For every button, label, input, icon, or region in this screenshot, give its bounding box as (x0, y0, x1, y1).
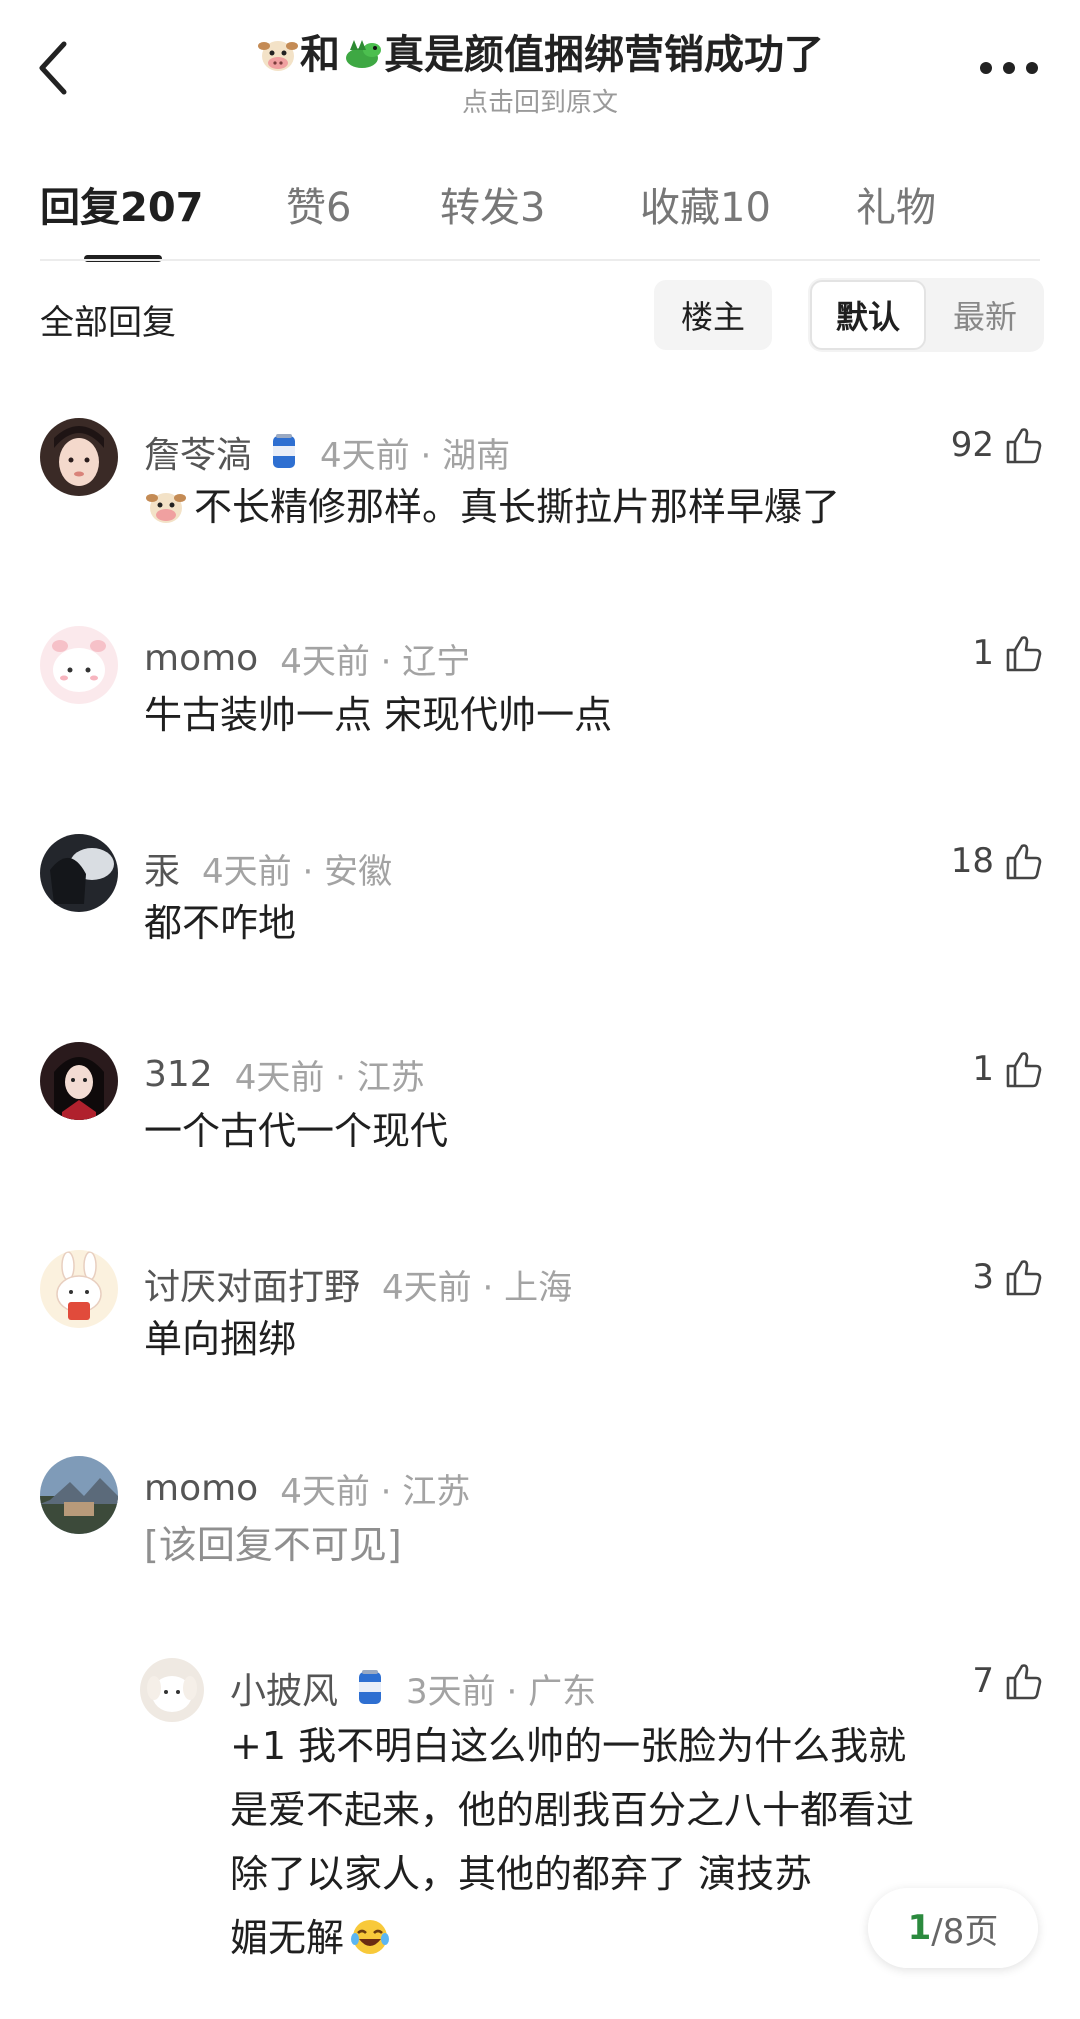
avatar[interactable] (140, 1658, 204, 1722)
like-button[interactable]: 1 (972, 632, 1044, 674)
comment-text: 不长精修那样。真长撕拉片那样早爆了 (194, 485, 841, 529)
tab-replies[interactable]: 回复207 (40, 175, 204, 233)
comment-text: 牛古装帅一点 宋现代帅一点 (144, 693, 613, 737)
like-button[interactable]: 92 (951, 424, 1044, 466)
reply-text-line: +1 我不明白这么帅的一张脸为什么我就 (230, 1724, 907, 1768)
avatar[interactable] (40, 626, 118, 704)
like-count: 1 (972, 1049, 994, 1089)
comment-text: 都不咋地 (144, 901, 297, 945)
tab-favorites[interactable]: 收藏10 (640, 175, 771, 233)
cow-emoji-icon (146, 493, 186, 523)
thumbs-up-icon (1006, 636, 1042, 672)
tabs-divider (40, 259, 1040, 261)
comment-time-location: 4天前 · 江苏 (280, 1472, 471, 1512)
back-to-post-link[interactable]: 点击回到原文 (0, 82, 1080, 119)
thumbs-up-icon (1006, 1664, 1042, 1700)
sort-latest-button[interactable]: 最新 (928, 280, 1042, 350)
top-bar: 和 真是颜值捆绑营销成功了 点击回到原文 (0, 0, 1080, 130)
title-join: 和 (300, 32, 340, 78)
thumbs-up-icon (1006, 1052, 1042, 1088)
tab-bar: 回复207 赞6 转发3 收藏10 礼物 (0, 175, 1080, 265)
comment-author[interactable]: 讨厌对面打野 (144, 1258, 360, 1310)
cow-emoji-icon (258, 41, 298, 71)
thumbs-up-icon (1006, 428, 1042, 464)
can-badge-icon (359, 1670, 382, 1704)
like-count: 7 (972, 1661, 994, 1701)
can-badge-icon (273, 434, 296, 468)
like-count: 1 (972, 633, 994, 673)
tab-gifts[interactable]: 礼物 (856, 175, 936, 233)
like-button[interactable]: 7 (972, 1660, 1044, 1702)
reply-time-location: 3天前 · 广东 (406, 1671, 597, 1712)
like-button[interactable]: 18 (951, 840, 1044, 882)
all-replies-label: 全部回复 (40, 303, 176, 343)
tab-likes[interactable]: 赞6 (286, 175, 351, 233)
comment-time-location: 4天前 · 湖南 (320, 435, 511, 476)
like-count: 3 (972, 1257, 994, 1297)
more-options-icon[interactable] (978, 48, 1040, 88)
dragon-emoji-icon (346, 40, 381, 68)
comment-author[interactable]: 汞 (144, 842, 180, 894)
title-text: 真是颜值捆绑营销成功了 (384, 32, 824, 78)
total-pages: /8页 (931, 1911, 999, 1952)
avatar[interactable] (40, 1250, 118, 1328)
like-count: 92 (950, 425, 994, 465)
comment-author[interactable]: 詹苓滈 (144, 426, 252, 478)
hidden-reply-text: [该回复不可见] (144, 1523, 402, 1567)
comment-text: 一个古代一个现代 (144, 1109, 449, 1153)
thumbs-up-icon (1006, 844, 1042, 880)
comment-time-location: 4天前 · 江苏 (234, 1058, 425, 1098)
comment-author[interactable]: momo (144, 638, 258, 679)
reply-author[interactable]: 小披风 (230, 1662, 338, 1714)
current-page: 1 (907, 1908, 932, 1948)
comment-time-location: 4天前 · 上海 (382, 1267, 573, 1308)
comment-author[interactable]: momo (144, 1468, 258, 1509)
sort-default-button[interactable]: 默认 (810, 280, 926, 350)
like-button[interactable]: 1 (972, 1048, 1044, 1090)
tab-reposts[interactable]: 转发3 (440, 175, 545, 233)
comment-author[interactable]: 312 (144, 1054, 213, 1095)
avatar[interactable] (40, 1456, 118, 1534)
avatar[interactable] (40, 1042, 118, 1120)
avatar[interactable] (40, 834, 118, 912)
comment-time-location: 4天前 · 辽宁 (280, 642, 471, 682)
comment-text: 单向捆绑 (144, 1317, 297, 1361)
page-indicator[interactable]: 1/8页 (868, 1888, 1038, 1968)
sort-toggle: 默认 最新 (808, 278, 1044, 352)
thumbs-up-icon (1006, 1260, 1042, 1296)
like-button[interactable]: 3 (972, 1256, 1044, 1298)
owner-only-button[interactable]: 楼主 (654, 280, 772, 350)
avatar[interactable] (40, 418, 118, 496)
reply-text-line: 是爱不起来，他的剧我百分之八十都看过 (230, 1788, 915, 1832)
post-title[interactable]: 和 真是颜值捆绑营销成功了 (0, 22, 1080, 80)
laughing-emoji-icon (351, 1920, 390, 1954)
reply-text-line: 媚无解 (230, 1916, 345, 1960)
like-count: 18 (950, 841, 994, 881)
comment-time-location: 4天前 · 安徽 (202, 851, 393, 892)
